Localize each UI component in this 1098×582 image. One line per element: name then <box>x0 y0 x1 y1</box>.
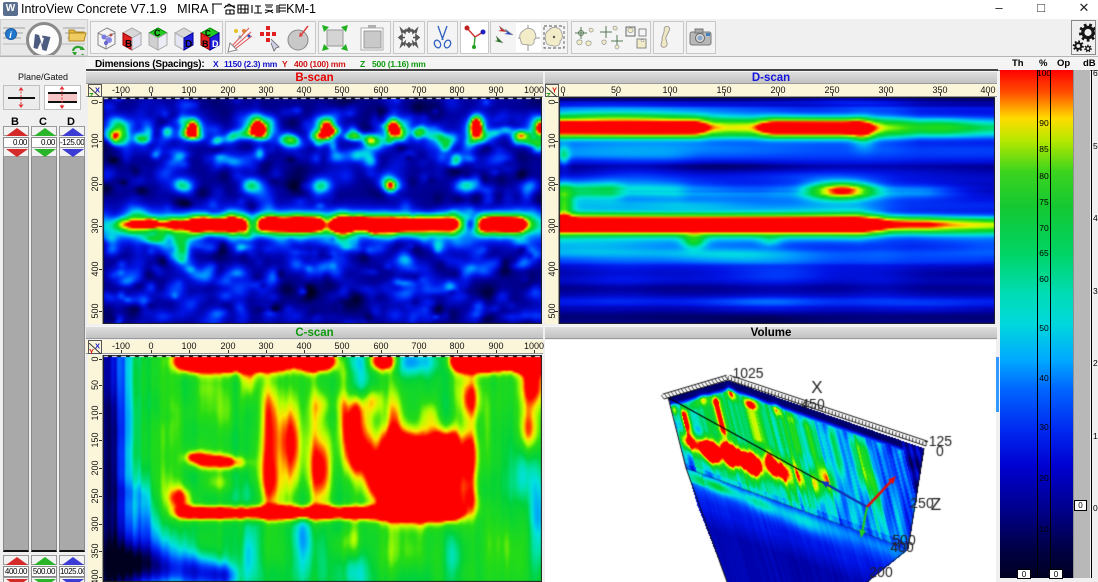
svg-text:B: B <box>202 39 209 49</box>
svg-text:Y: Y <box>89 347 94 354</box>
svg-text:B: B <box>125 39 132 50</box>
svg-text:C: C <box>205 29 211 38</box>
svg-text:X: X <box>95 343 100 351</box>
svg-text:X: X <box>95 87 100 95</box>
svg-text:D: D <box>212 39 219 49</box>
svg-text:Y: Y <box>552 87 557 95</box>
svg-text:D: D <box>185 39 192 50</box>
svg-text:C: C <box>154 28 161 38</box>
